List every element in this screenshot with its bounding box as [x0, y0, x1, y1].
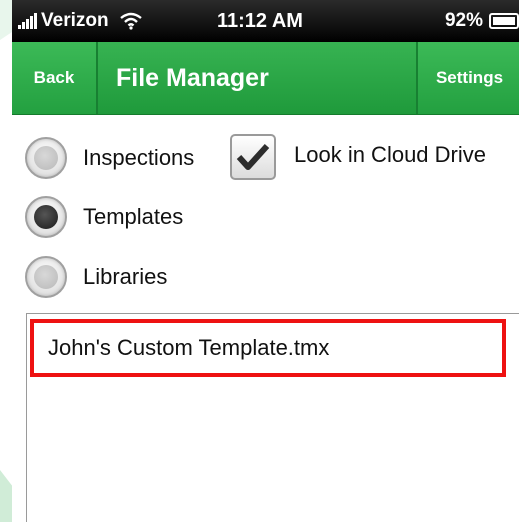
checkmark-icon — [236, 143, 270, 170]
status-bar-right: 92% — [445, 0, 519, 42]
page-title: File Manager — [116, 64, 269, 92]
radio-button-icon[interactable] — [25, 256, 67, 298]
file-name: John's Custom Template.tmx — [48, 335, 330, 360]
cloud-drive-checkbox[interactable] — [230, 134, 276, 180]
nav-bar: Back File Manager Settings — [12, 42, 519, 115]
carrier-name: Verizon — [41, 10, 109, 31]
settings-button[interactable]: Settings — [416, 42, 519, 114]
status-time: 11:12 AM — [217, 10, 303, 32]
radio-option-templates[interactable]: Templates — [25, 196, 183, 238]
status-bar-left: Verizon — [18, 0, 143, 42]
battery-percent: 92% — [444, 10, 483, 31]
battery-icon — [489, 13, 519, 29]
radio-label-inspections: Inspections — [83, 145, 195, 170]
file-list[interactable]: John's Custom Template.tmx — [26, 313, 519, 522]
radio-label-libraries: Libraries — [83, 264, 168, 289]
radio-option-libraries[interactable]: Libraries — [25, 256, 167, 298]
radio-label-templates: Templates — [83, 204, 184, 229]
phone-screen: Verizon 11:12 AM 92% Back File Manager S… — [12, 0, 519, 522]
radio-option-inspections[interactable]: Inspections — [25, 137, 194, 179]
status-bar: Verizon 11:12 AM 92% — [12, 0, 519, 42]
wifi-icon — [119, 12, 143, 30]
radio-button-icon[interactable] — [25, 137, 67, 179]
radio-button-selected-icon[interactable] — [25, 196, 67, 238]
list-item[interactable]: John's Custom Template.tmx — [30, 319, 506, 377]
cloud-drive-label: Look in Cloud Drive — [294, 142, 486, 167]
signal-bars-icon — [18, 13, 37, 29]
back-button[interactable]: Back — [12, 42, 98, 114]
